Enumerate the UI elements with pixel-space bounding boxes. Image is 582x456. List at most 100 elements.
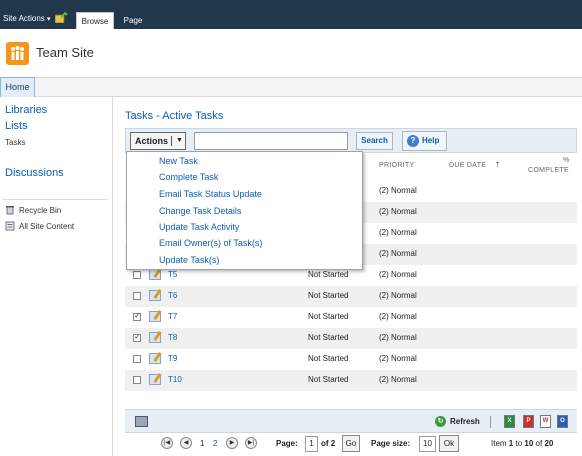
refresh-label: Refresh	[450, 417, 480, 426]
sort-ascending-icon: ↑	[495, 159, 501, 170]
task-title[interactable]: T8	[168, 333, 177, 342]
previous-page-icon[interactable]: ◀	[180, 437, 192, 449]
task-icon	[149, 332, 161, 343]
page-number-input[interactable]: 1	[305, 436, 318, 452]
help-button[interactable]: ? Help	[402, 131, 447, 151]
menu-item-email-status-update[interactable]: Email Task Status Update	[159, 189, 262, 199]
ok-button[interactable]: Ok	[439, 435, 459, 452]
column-percent-sign: %	[563, 157, 570, 164]
list-toolbar: Actions ▼ Search ? Help	[125, 128, 577, 153]
item-label: Item	[491, 439, 507, 448]
tab-page[interactable]: Page	[118, 12, 148, 29]
task-title[interactable]: T7	[168, 312, 177, 321]
all-site-content-link[interactable]: All Site Content	[5, 221, 74, 231]
quick-launch: Libraries Lists Tasks Discussions Recycl…	[0, 97, 113, 456]
chevron-down-icon: ▾	[46, 16, 51, 23]
task-title[interactable]: T10	[168, 375, 182, 384]
task-priority: (2) Normal	[379, 228, 417, 237]
task-title[interactable]: T5	[168, 270, 177, 279]
row-checkbox[interactable]	[133, 332, 141, 342]
task-priority: (2) Normal	[379, 270, 417, 279]
task-status: Not Started	[308, 312, 349, 321]
search-input[interactable]	[194, 132, 348, 150]
task-icon	[149, 290, 161, 301]
page-size-input[interactable]: 10	[419, 436, 436, 452]
page-label: Page:	[276, 439, 298, 448]
row-checkbox[interactable]	[133, 376, 141, 384]
task-status: Not Started	[308, 291, 349, 300]
pdf-icon[interactable]: P	[523, 415, 534, 428]
table-row[interactable]: T9 Not Started (2) Normal	[125, 349, 577, 370]
task-title[interactable]: T9	[168, 354, 177, 363]
task-priority: (2) Normal	[379, 291, 417, 300]
next-page-icon[interactable]: ▶	[226, 437, 238, 449]
task-status: Not Started	[308, 333, 349, 342]
task-priority: (2) Normal	[379, 207, 417, 216]
task-status: Not Started	[308, 375, 349, 384]
column-priority[interactable]: PRIORITY	[379, 162, 414, 169]
menu-item-update-tasks[interactable]: Update Task(s)	[159, 255, 219, 265]
site-actions-menu[interactable]: Site Actions ▾	[3, 14, 50, 23]
chevron-down-icon: ▼	[176, 137, 183, 144]
actions-button[interactable]: Actions ▼	[130, 132, 186, 150]
column-due-date[interactable]: DUE DATE	[449, 162, 486, 169]
quicklaunch-discussions[interactable]: Discussions	[5, 167, 64, 179]
task-title[interactable]: T6	[168, 291, 177, 300]
menu-item-change-task-details[interactable]: Change Task Details	[159, 206, 241, 216]
help-label: Help	[422, 136, 440, 145]
task-priority: (2) Normal	[379, 186, 417, 195]
table-row[interactable]: T10 Not Started (2) Normal	[125, 370, 577, 391]
menu-item-new-task[interactable]: New Task	[159, 156, 198, 166]
task-status: Not Started	[308, 270, 349, 279]
menu-item-update-task-activity[interactable]: Update Task Activity	[159, 222, 239, 232]
search-button[interactable]: Search	[356, 132, 393, 150]
task-priority: (2) Normal	[379, 249, 417, 258]
quicklaunch-lists[interactable]: Lists	[5, 120, 28, 132]
footer-divider	[490, 416, 491, 428]
last-page-icon[interactable]: ▶|	[245, 437, 257, 449]
menu-item-complete-task[interactable]: Complete Task	[159, 172, 218, 182]
navigate-up-icon[interactable]	[55, 12, 68, 23]
quicklaunch-libraries[interactable]: Libraries	[5, 104, 47, 116]
item-total: 20	[544, 439, 554, 448]
task-priority: (2) Normal	[379, 312, 417, 321]
item-range: Item 1 to 10 of 20	[491, 439, 553, 448]
page-link-2[interactable]: 2	[213, 439, 217, 448]
quicklaunch-divider	[3, 199, 108, 200]
recycle-bin-link[interactable]: Recycle Bin	[5, 205, 61, 215]
row-checkbox[interactable]	[133, 311, 141, 321]
actions-label: Actions	[135, 136, 169, 146]
actions-separator	[171, 136, 172, 146]
table-row[interactable]: T6 Not Started (2) Normal	[125, 286, 577, 307]
site-title[interactable]: Team Site	[36, 45, 94, 60]
refresh-button[interactable]: ↻ Refresh	[435, 416, 480, 427]
quicklaunch-tasks[interactable]: Tasks	[5, 138, 25, 147]
task-priority: (2) Normal	[379, 333, 417, 342]
row-checkbox[interactable]	[133, 271, 141, 279]
page-of-label: of 2	[321, 439, 336, 448]
table-row[interactable]: T8 Not Started (2) Normal	[125, 328, 577, 349]
task-icon	[149, 353, 161, 364]
table-row[interactable]: T7 Not Started (2) Normal	[125, 307, 577, 328]
task-priority: (2) Normal	[379, 354, 417, 363]
go-button[interactable]: Go	[342, 435, 360, 452]
row-checkbox[interactable]	[133, 292, 141, 300]
menu-item-email-owners[interactable]: Email Owner(s) of Task(s)	[159, 238, 262, 248]
outlook-icon[interactable]: O	[557, 415, 568, 428]
pager: |◀ ◀ 1 2 ▶ ▶| Page: 1 of 2 Go Page size:…	[125, 433, 577, 456]
item-to-label: to	[515, 439, 523, 448]
site-content-icon	[5, 221, 15, 231]
team-site-logo-icon[interactable]	[6, 42, 29, 65]
excel-icon[interactable]: X	[504, 415, 515, 428]
nav-home[interactable]: Home	[0, 77, 35, 98]
first-page-icon[interactable]: |◀	[161, 437, 173, 449]
tab-browse[interactable]: Browse	[76, 12, 114, 29]
column-percent-complete[interactable]: COMPLETE	[528, 167, 569, 174]
task-icon	[149, 374, 161, 385]
refresh-icon: ↻	[435, 416, 446, 427]
item-from: 1	[508, 439, 514, 448]
word-icon[interactable]: W	[540, 415, 551, 428]
task-status: Not Started	[308, 354, 349, 363]
print-icon[interactable]	[135, 416, 148, 427]
row-checkbox[interactable]	[133, 355, 141, 363]
